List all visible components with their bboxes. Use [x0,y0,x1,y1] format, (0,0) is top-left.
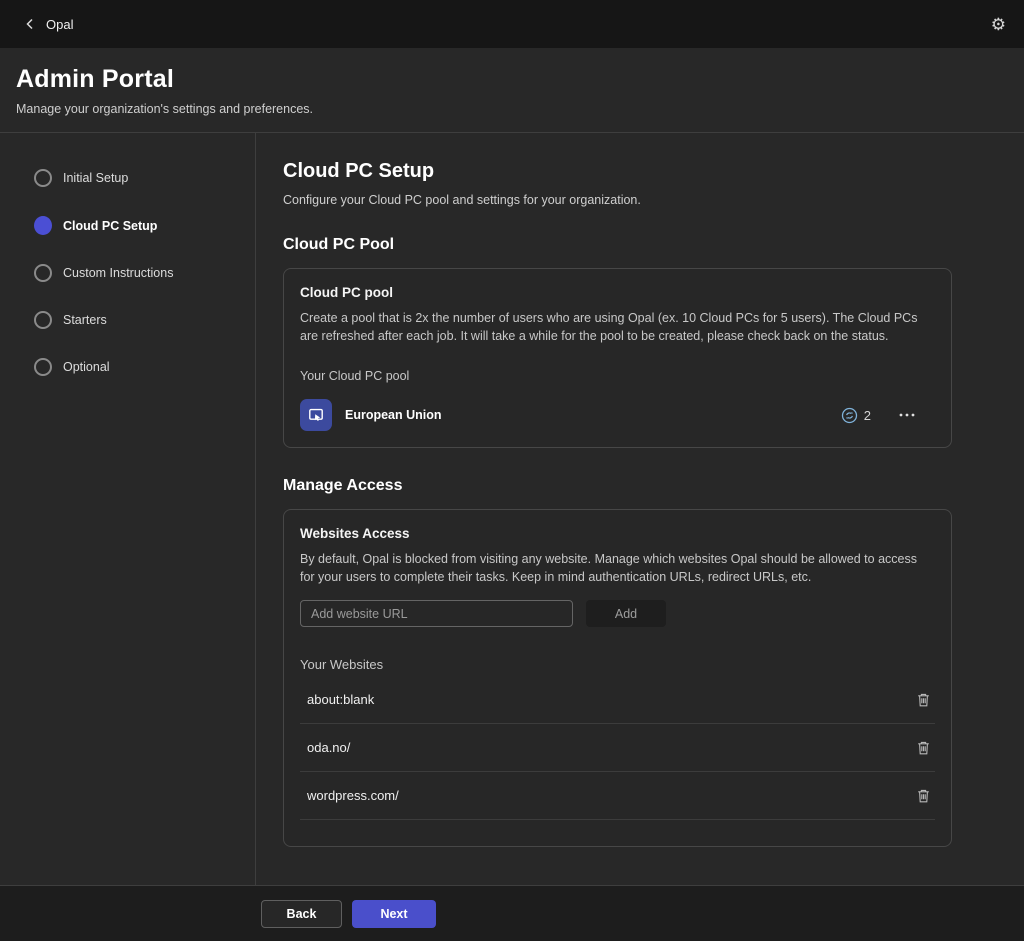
more-options-button[interactable] [899,413,915,417]
section-subtitle: Configure your Cloud PC pool and setting… [283,193,952,207]
step-circle-icon [34,311,52,329]
sidebar-step-starters[interactable]: Starters [34,311,255,329]
step-label: Cloud PC Setup [63,219,157,233]
websites-access-card: Websites Access By default, Opal is bloc… [283,509,952,847]
page-title: Admin Portal [16,65,1008,94]
pool-list-label: Your Cloud PC pool [300,369,935,383]
wizard-footer: Back Next [0,885,1024,941]
body-row: Initial Setup Cloud PC Setup Custom Inst… [0,133,1024,885]
pool-card-description: Create a pool that is 2x the number of u… [300,309,935,345]
step-label: Initial Setup [63,171,128,185]
top-bar: Opal ⚙ [0,0,1024,48]
chevron-left-icon [24,17,36,31]
website-row: about:blank [300,676,935,724]
next-button[interactable]: Next [352,900,436,928]
back-button[interactable]: Back [261,900,342,928]
step-circle-icon [34,358,52,376]
sidebar-step-initial-setup[interactable]: Initial Setup [34,169,255,187]
website-url: wordpress.com/ [307,788,399,803]
delete-website-button[interactable] [914,690,933,710]
pool-item-row[interactable]: European Union 2 [300,399,935,431]
step-circle-icon [34,264,52,282]
pool-card-title: Cloud PC pool [300,285,935,300]
page-subtitle: Manage your organization's settings and … [16,102,1008,116]
settings-gear-icon[interactable]: ⚙ [991,16,1006,33]
website-row: oda.no/ [300,724,935,772]
website-url: about:blank [307,692,374,707]
main-content: Cloud PC Setup Configure your Cloud PC p… [256,133,1024,885]
cloud-pc-pool-card: Cloud PC pool Create a pool that is 2x t… [283,268,952,448]
back-nav[interactable]: Opal [24,17,73,32]
website-url-input[interactable] [300,600,573,627]
step-label: Starters [63,313,107,327]
sidebar-step-custom-instructions[interactable]: Custom Instructions [34,264,255,282]
websites-list: about:blank oda.no/ [300,676,935,830]
step-circle-active-icon [34,216,52,235]
step-circle-icon [34,169,52,187]
sync-circle-icon [841,407,858,424]
cloud-pc-pool-heading: Cloud PC Pool [283,236,952,254]
websites-list-label: Your Websites [300,657,935,672]
section-title: Cloud PC Setup [283,160,952,183]
setup-stepper: Initial Setup Cloud PC Setup Custom Inst… [0,133,256,885]
step-label: Optional [63,360,110,374]
website-url: oda.no/ [307,740,350,755]
add-website-row: Add [300,600,935,627]
delete-website-button[interactable] [914,786,933,806]
page-header: Admin Portal Manage your organization's … [0,48,1024,133]
websites-card-description: By default, Opal is blocked from visitin… [300,550,935,586]
sidebar-step-optional[interactable]: Optional [34,358,255,376]
delete-website-button[interactable] [914,738,933,758]
pool-name: European Union [345,408,442,422]
websites-card-title: Websites Access [300,526,935,541]
pool-status: 2 [841,407,871,424]
admin-portal-app: Opal ⚙ Admin Portal Manage your organiza… [0,0,1024,941]
website-row: wordpress.com/ [300,772,935,820]
add-website-button[interactable]: Add [586,600,666,627]
sidebar-step-cloud-pc-setup[interactable]: Cloud PC Setup [34,216,255,235]
pool-count: 2 [864,408,871,423]
step-label: Custom Instructions [63,266,173,280]
app-title: Opal [46,17,73,32]
manage-access-heading: Manage Access [283,477,952,495]
cloud-pc-monitor-icon [300,399,332,431]
